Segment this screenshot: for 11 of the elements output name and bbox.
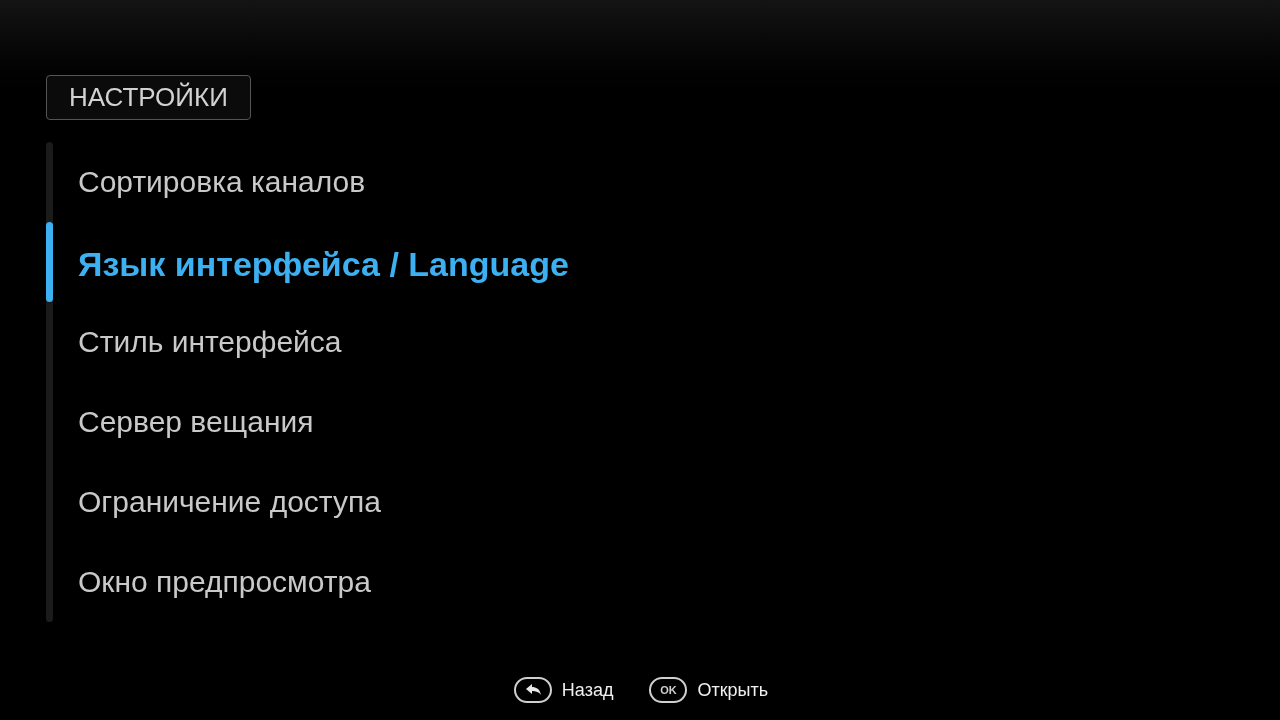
menu-item[interactable]: Окно предпросмотра [78,563,371,601]
menu-item[interactable]: Сервер вещания [78,403,314,441]
menu-item[interactable]: Стиль интерфейса [78,323,342,361]
ok-key: OK [649,677,688,703]
hint-label: Назад [561,679,614,701]
menu-item[interactable]: Язык интерфейса / Language [78,245,569,283]
menu-item[interactable]: Ограничение доступа [78,483,381,521]
settings-title: НАСТРОЙКИ [46,75,251,120]
back-key-icon [513,677,552,703]
menu-item[interactable]: Сортировка каналов [78,163,366,201]
hint-label: Открыть [697,679,769,701]
